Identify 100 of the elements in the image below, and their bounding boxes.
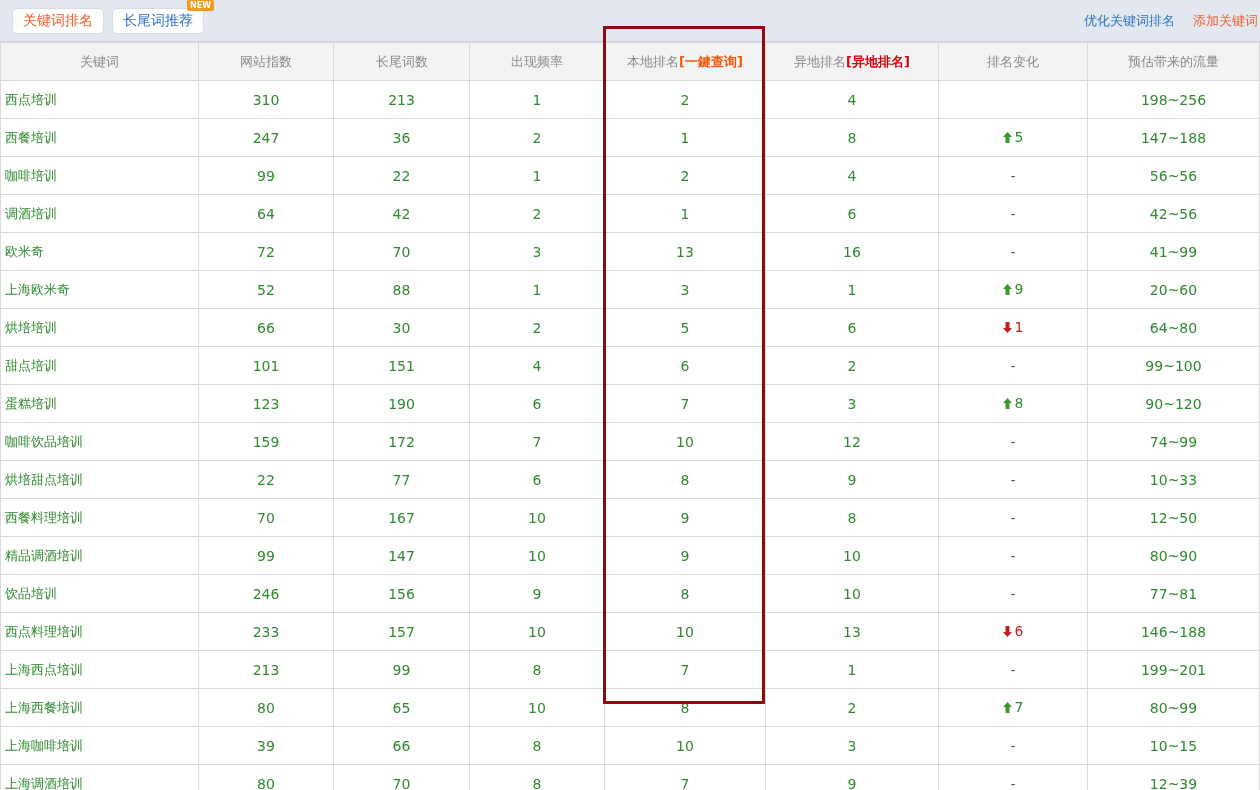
table-cell: 80~99 — [1087, 688, 1260, 727]
new-badge: NEW — [187, 0, 214, 11]
keyword-cell: 上海咖啡培训 — [0, 726, 199, 765]
table-cell: 64 — [198, 194, 334, 233]
table-cell: 22 — [198, 460, 334, 499]
keyword-cell: 调酒培训 — [0, 194, 199, 233]
rank-change: - — [1010, 243, 1016, 260]
rank-change: - — [1010, 471, 1016, 488]
table-cell: 8 — [765, 118, 939, 157]
column-header: 本地排名 — [627, 53, 680, 69]
table-cell: 123 — [198, 384, 334, 423]
rank-change: - — [1010, 661, 1016, 678]
rank-change: 1 — [1014, 319, 1024, 336]
keyword-cell: 西餐培训 — [0, 118, 199, 157]
table-cell: 159 — [198, 422, 334, 461]
table-cell: 39 — [198, 726, 334, 765]
table-cell: 7 — [604, 384, 766, 423]
table-cell: 12 — [765, 422, 939, 461]
table-cell: 13 — [765, 612, 939, 651]
table-cell: 7 — [604, 650, 766, 689]
table-cell: 1 — [765, 270, 939, 309]
table-cell: 6 — [765, 194, 939, 233]
table-cell: 65 — [333, 688, 470, 727]
column-header: 预估带来的流量 — [1087, 42, 1260, 81]
table-cell: 1 — [604, 118, 766, 157]
tab[interactable]: 长尾词推荐 — [112, 7, 204, 34]
up-arrow-icon — [1002, 283, 1012, 295]
table-cell: 41~99 — [1087, 232, 1260, 271]
table-cell: 6 — [765, 308, 939, 347]
table-cell: 1 — [765, 650, 939, 689]
keyword-cell: 上海西餐培训 — [0, 688, 199, 727]
table-cell: 42~56 — [1087, 194, 1260, 233]
table-cell: 80 — [198, 688, 334, 727]
column-header: 网站指数 — [198, 42, 334, 81]
table-cell: 2 — [604, 156, 766, 195]
column-header: 关键词 — [0, 42, 199, 81]
table-cell: 99 — [333, 650, 470, 689]
table-cell: 8 — [604, 574, 766, 613]
table-cell: 10 — [765, 574, 939, 613]
column-header: 出现频率 — [469, 42, 605, 81]
table-cell: 30 — [333, 308, 470, 347]
table-cell: 99~100 — [1087, 346, 1260, 385]
table-cell: 10~15 — [1087, 726, 1260, 765]
table-cell: 9 — [604, 498, 766, 537]
table-cell: 42 — [333, 194, 470, 233]
table-cell: 10 — [604, 726, 766, 765]
rank-change: - — [1010, 433, 1016, 450]
header-link[interactable]: [一鍵查询] — [679, 53, 743, 69]
table-cell: 36 — [333, 118, 470, 157]
table-cell: 70 — [198, 498, 334, 537]
rank-change: - — [1010, 205, 1016, 222]
tab[interactable]: 关键词排名 — [12, 7, 104, 34]
table-cell: 72 — [198, 232, 334, 271]
table-cell: 157 — [333, 612, 470, 651]
table-cell: 246 — [198, 574, 334, 613]
rank-change: - — [1010, 167, 1016, 184]
rank-change: - — [1010, 585, 1016, 602]
keyword-cell: 蛋糕培训 — [0, 384, 199, 423]
table-cell: 4 — [765, 80, 939, 119]
keyword-cell: 西点料理培训 — [0, 612, 199, 651]
table-cell: 2 — [765, 688, 939, 727]
rank-change: - — [1010, 547, 1016, 564]
action-link[interactable]: 优化关键词排名 — [1084, 11, 1175, 30]
rank-change: - — [1010, 509, 1016, 526]
table-cell: 74~99 — [1087, 422, 1260, 461]
table-cell: 13 — [604, 232, 766, 271]
keyword-cell: 烘培培训 — [0, 308, 199, 347]
table-cell: 190 — [333, 384, 470, 423]
table-cell: 147 — [333, 536, 470, 575]
table-cell: 6 — [604, 346, 766, 385]
table-cell: 4 — [765, 156, 939, 195]
table-cell: 88 — [333, 270, 470, 309]
table-cell: 99 — [198, 156, 334, 195]
table-cell: 8 — [469, 726, 605, 765]
table-cell: 64~80 — [1087, 308, 1260, 347]
rank-change: - — [1010, 357, 1016, 374]
rank-change: - — [1010, 775, 1016, 790]
table-cell: 10 — [604, 422, 766, 461]
table-cell: 199~201 — [1087, 650, 1260, 689]
table-cell: 99 — [198, 536, 334, 575]
table-cell: 12~50 — [1087, 498, 1260, 537]
up-arrow-icon — [1002, 701, 1012, 713]
table-cell: 66 — [198, 308, 334, 347]
table-cell: 20~60 — [1087, 270, 1260, 309]
table-cell: 77 — [333, 460, 470, 499]
action-link[interactable]: 添加关键词 — [1193, 11, 1258, 30]
keyword-cell: 西点培训 — [0, 80, 199, 119]
table-cell: 213 — [198, 650, 334, 689]
keyword-cell: 甜点培训 — [0, 346, 199, 385]
header-link[interactable]: [异地排名] — [846, 53, 910, 69]
table-cell: 1 — [604, 194, 766, 233]
table-cell: 52 — [198, 270, 334, 309]
rank-change: 5 — [1014, 129, 1024, 146]
keyword-cell: 精品调酒培训 — [0, 536, 199, 575]
keyword-cell: 烘培甜点培训 — [0, 460, 199, 499]
table-cell: 172 — [333, 422, 470, 461]
table-cell: 101 — [198, 346, 334, 385]
table-cell: 156 — [333, 574, 470, 613]
column-header: 长尾词数 — [333, 42, 470, 81]
table-cell: 8 — [765, 498, 939, 537]
